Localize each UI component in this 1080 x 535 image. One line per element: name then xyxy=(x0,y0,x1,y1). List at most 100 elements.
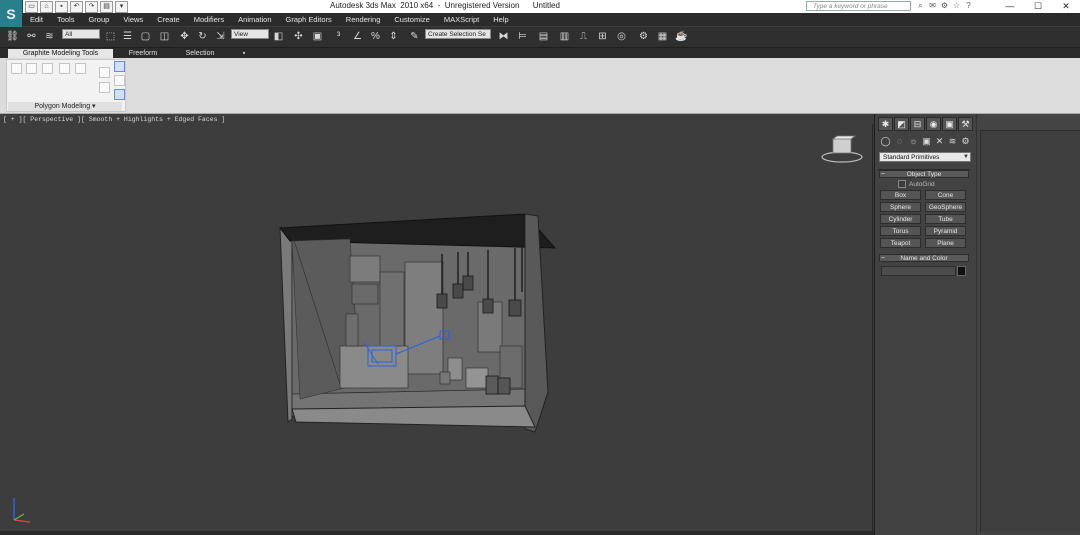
rendered-frame-window-icon[interactable]: ▦ xyxy=(656,30,669,43)
open-file-icon[interactable]: ⌂ xyxy=(40,1,53,13)
tab-selection[interactable]: Selection xyxy=(176,49,224,58)
create-tab-icon[interactable]: ✱ xyxy=(878,117,893,131)
vertex-icon[interactable] xyxy=(59,63,70,74)
hold-icon[interactable]: ▤ xyxy=(100,1,113,13)
new-file-icon[interactable]: ▭ xyxy=(25,1,38,13)
scale-icon[interactable]: ⇲ xyxy=(214,30,227,43)
bind-to-space-warp-icon[interactable]: ≋ xyxy=(43,30,56,43)
modify-tab-icon[interactable]: ◩ xyxy=(894,117,909,131)
edit-named-selection-icon[interactable]: ✎ xyxy=(408,30,421,43)
teapot-button[interactable]: Teapot xyxy=(880,238,921,248)
checkbox-icon[interactable] xyxy=(898,180,906,188)
fetch-icon[interactable]: ▾ xyxy=(115,1,128,13)
reference-coordinate-dropdown[interactable]: View xyxy=(231,29,269,39)
ribbon-minimize-icon[interactable]: ▪ xyxy=(238,49,250,58)
edge-icon[interactable] xyxy=(75,63,86,74)
close-button[interactable]: ✕ xyxy=(1052,0,1080,13)
menu-animation[interactable]: Animation xyxy=(238,15,271,24)
select-by-name-icon[interactable]: ☰ xyxy=(121,30,134,43)
rotate-icon[interactable]: ↻ xyxy=(196,30,209,43)
space-warps-icon[interactable]: ≋ xyxy=(947,136,958,147)
material-editor-icon[interactable]: ◎ xyxy=(615,30,628,43)
tab-freeform[interactable]: Freeform xyxy=(120,49,166,58)
mirror-icon[interactable]: ⧓ xyxy=(497,30,510,43)
move-icon[interactable]: ✥ xyxy=(178,30,191,43)
modify-mode-icon[interactable] xyxy=(11,63,22,74)
previous-modifier-icon[interactable] xyxy=(26,63,37,74)
subscription-icon[interactable]: ⚙ xyxy=(940,1,949,10)
element-icon[interactable] xyxy=(114,61,125,72)
binoculars-icon[interactable]: ⌕ xyxy=(916,1,925,10)
polygon-icon[interactable] xyxy=(99,82,110,93)
rectangular-selection-icon[interactable]: ▢ xyxy=(139,30,152,43)
name-and-color-rollout-header[interactable]: Name and Color xyxy=(879,254,969,262)
menu-modifiers[interactable]: Modifiers xyxy=(194,15,224,24)
autogrid-checkbox[interactable]: AutoGrid xyxy=(898,180,935,188)
render-production-icon[interactable]: ☕ xyxy=(675,30,688,43)
geosphere-button[interactable]: GeoSphere xyxy=(925,202,966,212)
maximize-button[interactable]: ☐ xyxy=(1024,0,1052,13)
named-selection-dropdown[interactable]: Create Selection Se xyxy=(425,29,491,39)
percent-snap-icon[interactable]: % xyxy=(369,30,382,43)
search-input[interactable]: Type a keyword or phrase xyxy=(806,1,911,11)
help-icon[interactable]: ? xyxy=(964,1,973,10)
object-name-input[interactable] xyxy=(881,266,956,276)
minimize-button[interactable]: — xyxy=(996,0,1024,13)
object-category-dropdown[interactable]: Standard Primitives xyxy=(879,152,971,162)
favorites-star-icon[interactable]: ☆ xyxy=(952,1,961,10)
communication-center-icon[interactable]: ✉ xyxy=(928,1,937,10)
motion-tab-icon[interactable]: ◉ xyxy=(926,117,941,131)
polygon-modeling-dropdown[interactable]: Polygon Modeling ▾ xyxy=(8,102,122,111)
toggle-command-mode-icon[interactable] xyxy=(114,89,125,100)
utilities-tab-icon[interactable]: ⚒ xyxy=(958,117,973,131)
selection-filter-dropdown[interactable]: All xyxy=(62,29,100,39)
next-modifier-icon[interactable] xyxy=(42,63,53,74)
pyramid-button[interactable]: Pyramid xyxy=(925,226,966,236)
select-object-icon[interactable]: ⬚ xyxy=(104,30,117,43)
angle-snap-icon[interactable]: ∠ xyxy=(351,30,364,43)
undo-icon[interactable]: ↶ xyxy=(70,1,83,13)
lights-icon[interactable]: ☼ xyxy=(908,136,919,147)
schematic-view-icon[interactable]: ⊞ xyxy=(596,30,609,43)
cone-button[interactable]: Cone xyxy=(925,190,966,200)
graphite-toggle-icon[interactable]: ▥ xyxy=(558,30,571,43)
window-crossing-icon[interactable]: ◫ xyxy=(158,30,171,43)
collapse-stack-icon[interactable] xyxy=(114,75,125,86)
cylinder-button[interactable]: Cylinder xyxy=(880,214,921,224)
plane-button[interactable]: Plane xyxy=(925,238,966,248)
viewcube[interactable] xyxy=(820,135,864,165)
app-logo-button[interactable]: S xyxy=(0,0,23,27)
spinner-snap-icon[interactable]: ⇕ xyxy=(387,30,400,43)
snaps-toggle-icon[interactable]: ³ xyxy=(332,30,345,43)
object-type-rollout-header[interactable]: Object Type xyxy=(879,170,969,178)
menu-maxscript[interactable]: MAXScript xyxy=(444,15,479,24)
manipulate-icon[interactable]: ✣ xyxy=(292,30,305,43)
torus-button[interactable]: Torus xyxy=(880,226,921,236)
menu-edit[interactable]: Edit xyxy=(30,15,43,24)
render-setup-icon[interactable]: ⚙ xyxy=(637,30,650,43)
systems-icon[interactable]: ⚙ xyxy=(960,136,971,147)
box-button[interactable]: Box xyxy=(880,190,921,200)
display-tab-icon[interactable]: ▣ xyxy=(942,117,957,131)
scene-model[interactable] xyxy=(0,124,872,532)
menu-customize[interactable]: Customize xyxy=(394,15,429,24)
rollout-collapse-icon[interactable]: – xyxy=(881,170,885,177)
geometry-icon[interactable]: ◯ xyxy=(880,136,891,147)
menu-views[interactable]: Views xyxy=(123,15,143,24)
border-icon[interactable] xyxy=(99,67,110,78)
object-color-swatch[interactable] xyxy=(957,266,966,276)
sphere-button[interactable]: Sphere xyxy=(880,202,921,212)
cameras-icon[interactable]: ▣ xyxy=(921,136,932,147)
curve-editor-icon[interactable]: ⎍ xyxy=(577,30,590,43)
menu-tools[interactable]: Tools xyxy=(57,15,75,24)
menu-rendering[interactable]: Rendering xyxy=(346,15,381,24)
keyboard-shortcut-icon[interactable]: ▣ xyxy=(311,30,324,43)
rollout-collapse-icon[interactable]: – xyxy=(881,254,885,261)
shapes-icon[interactable]: ◌ xyxy=(894,136,905,147)
layer-manager-icon[interactable]: ▤ xyxy=(537,30,550,43)
select-and-link-icon[interactable]: ⛓ xyxy=(6,30,19,43)
tube-button[interactable]: Tube xyxy=(925,214,966,224)
menu-graph-editors[interactable]: Graph Editors xyxy=(286,15,332,24)
menu-create[interactable]: Create xyxy=(157,15,180,24)
tab-graphite-modeling-tools[interactable]: Graphite Modeling Tools xyxy=(8,49,113,58)
